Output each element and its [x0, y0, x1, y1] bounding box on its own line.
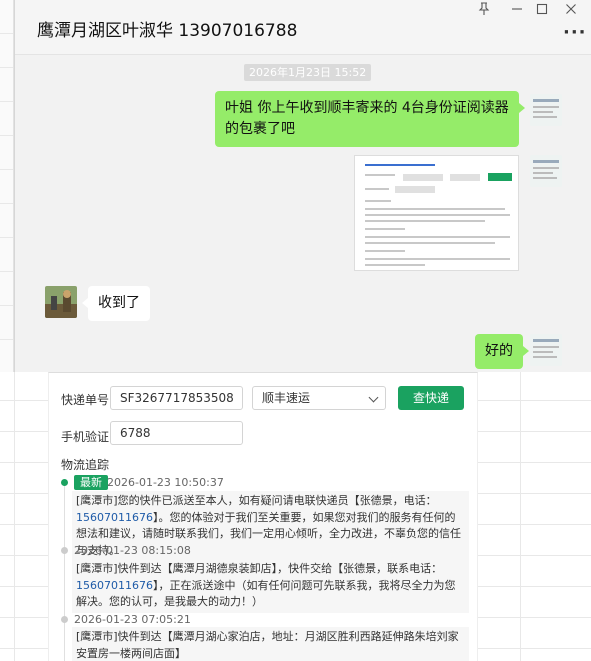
close-icon[interactable] — [560, 2, 582, 22]
contact-avatar[interactable] — [45, 286, 77, 318]
event-text-a: [鹰潭市]快件到达【鹰潭月湖德泉装卸店】，快件交给【张德景，联系电话： — [76, 562, 443, 575]
event-text: [鹰潭市]快件到达【鹰潭月湖德泉装卸店】，快件交给【张德景，联系电话： 15607… — [72, 559, 469, 613]
more-icon[interactable]: ··· — [563, 22, 587, 43]
phone-label: 手机验证: — [61, 430, 114, 444]
chat-header: 鹰潭月湖区叶淑华 13907016788 ··· — [15, 0, 591, 55]
my-avatar[interactable] — [530, 94, 562, 126]
pin-icon[interactable] — [473, 2, 495, 22]
query-button[interactable]: 查快递 — [398, 386, 464, 410]
waybill-label: 快递单号: — [61, 393, 114, 407]
timeline-line — [64, 485, 65, 661]
message-bubble-sent[interactable]: 好的 — [475, 334, 529, 369]
event-text-a: [鹰潭市]您的快件已派送至本人，如有疑问请电联快递员【张德景，电话： — [76, 494, 437, 507]
courier-phone[interactable]: 15607011676 — [76, 511, 153, 524]
timeline-dot — [61, 547, 68, 554]
timeline-dot-latest — [61, 479, 68, 486]
waybill-input[interactable]: SF3267717853508 — [110, 386, 243, 410]
phone-verify-input[interactable]: 6788 — [110, 421, 243, 445]
tracking-panel: 快递单号: SF3267717853508 顺丰速运 查快递 手机验证: 678… — [48, 372, 478, 661]
message-image-screenshot[interactable] — [354, 155, 519, 271]
chevron-down-icon — [368, 392, 379, 403]
chat-title: 鹰潭月湖区叶淑华 13907016788 — [37, 21, 298, 41]
courier-phone[interactable]: 15607011676 — [76, 579, 153, 592]
event-time: 2026-01-23 07:05:21 — [74, 613, 191, 626]
minimize-icon[interactable] — [506, 2, 528, 22]
carrier-select-value: 顺丰速运 — [262, 391, 311, 405]
message-bubble-sent[interactable]: 叶姐 你上午收到顺丰寄来的 4台身份证阅读器的包裹了吧 — [215, 91, 525, 147]
message-timestamp: 2026年1月23日 15:52 — [244, 64, 372, 81]
latest-badge: 最新 — [74, 475, 108, 490]
chat-window: 鹰潭月湖区叶淑华 13907016788 ··· 2026年1月23日 15:5… — [14, 0, 591, 372]
event-time: 2026-01-23 08:15:08 — [74, 544, 191, 557]
timeline-dot — [61, 616, 68, 623]
event-text: [鹰潭市]快件到达【鹰潭月湖心家泊店，地址：月湖区胜利西路延伸路朱培刘家安置房一… — [72, 627, 469, 661]
event-time: 2026-01-23 10:50:37 — [107, 476, 224, 489]
maximize-icon[interactable] — [531, 2, 553, 22]
my-avatar[interactable] — [530, 334, 562, 366]
section-title: 物流追踪 — [61, 458, 110, 472]
my-avatar[interactable] — [530, 155, 562, 187]
message-bubble-received[interactable]: 收到了 — [82, 286, 150, 321]
carrier-select[interactable]: 顺丰速运 — [252, 386, 386, 410]
event-text-a: [鹰潭市]快件到达【鹰潭月湖心家泊店，地址：月湖区胜利西路延伸路朱培刘家安置房一… — [76, 630, 459, 660]
